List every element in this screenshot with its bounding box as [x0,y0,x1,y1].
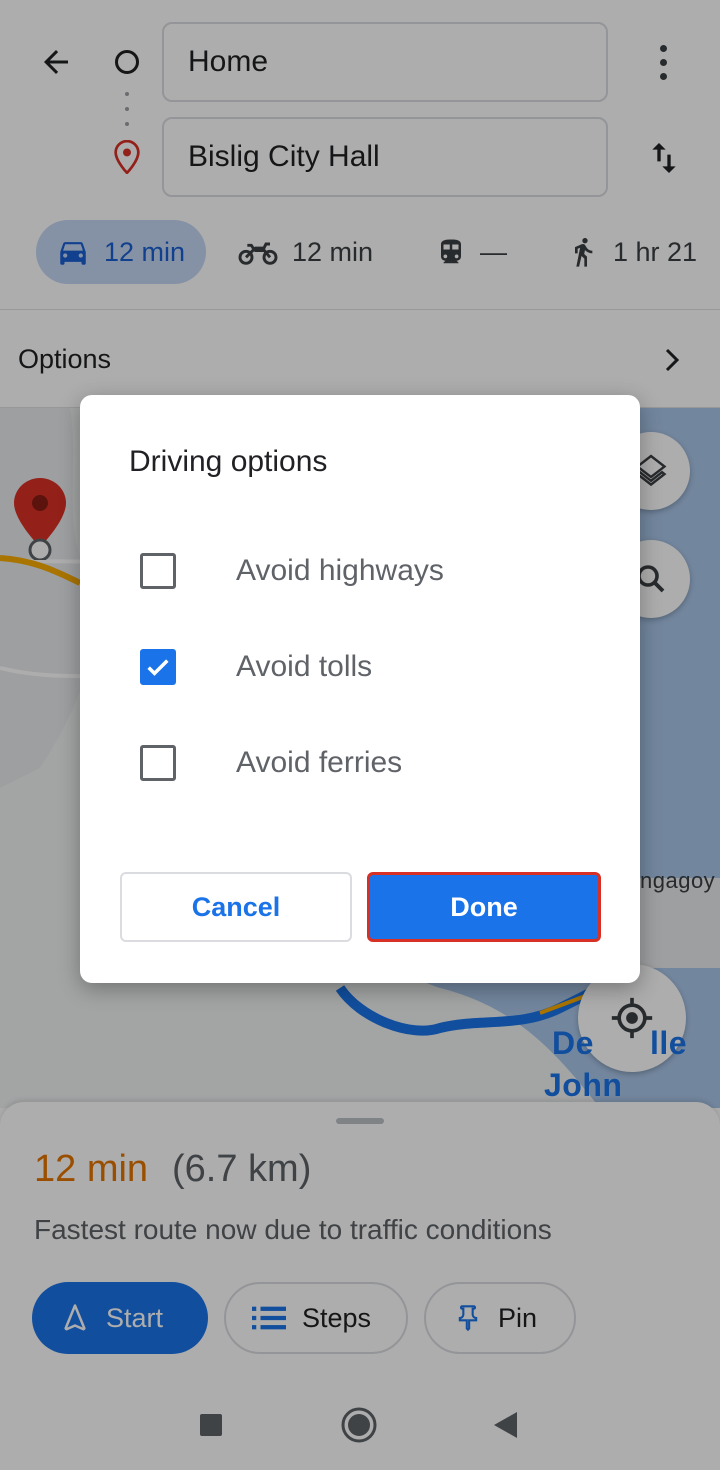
option-label: Avoid tolls [236,650,373,683]
avoid-tolls-checkbox[interactable] [140,649,176,685]
cancel-button[interactable]: Cancel [120,872,352,942]
avoid-ferries-checkbox[interactable] [140,745,176,781]
option-avoid-highways[interactable]: Avoid highways [140,541,600,601]
avoid-highways-checkbox[interactable] [140,553,176,589]
checkmark-icon [147,659,169,676]
option-avoid-tolls[interactable]: Avoid tolls [140,637,600,697]
driving-options-dialog: Driving options Avoid highways Avoid tol… [80,395,640,983]
option-avoid-ferries[interactable]: Avoid ferries [140,733,600,793]
dialog-title: Driving options [129,445,328,478]
option-label: Avoid ferries [236,746,403,779]
option-label: Avoid highways [236,554,444,587]
done-button[interactable]: Done [367,872,601,942]
